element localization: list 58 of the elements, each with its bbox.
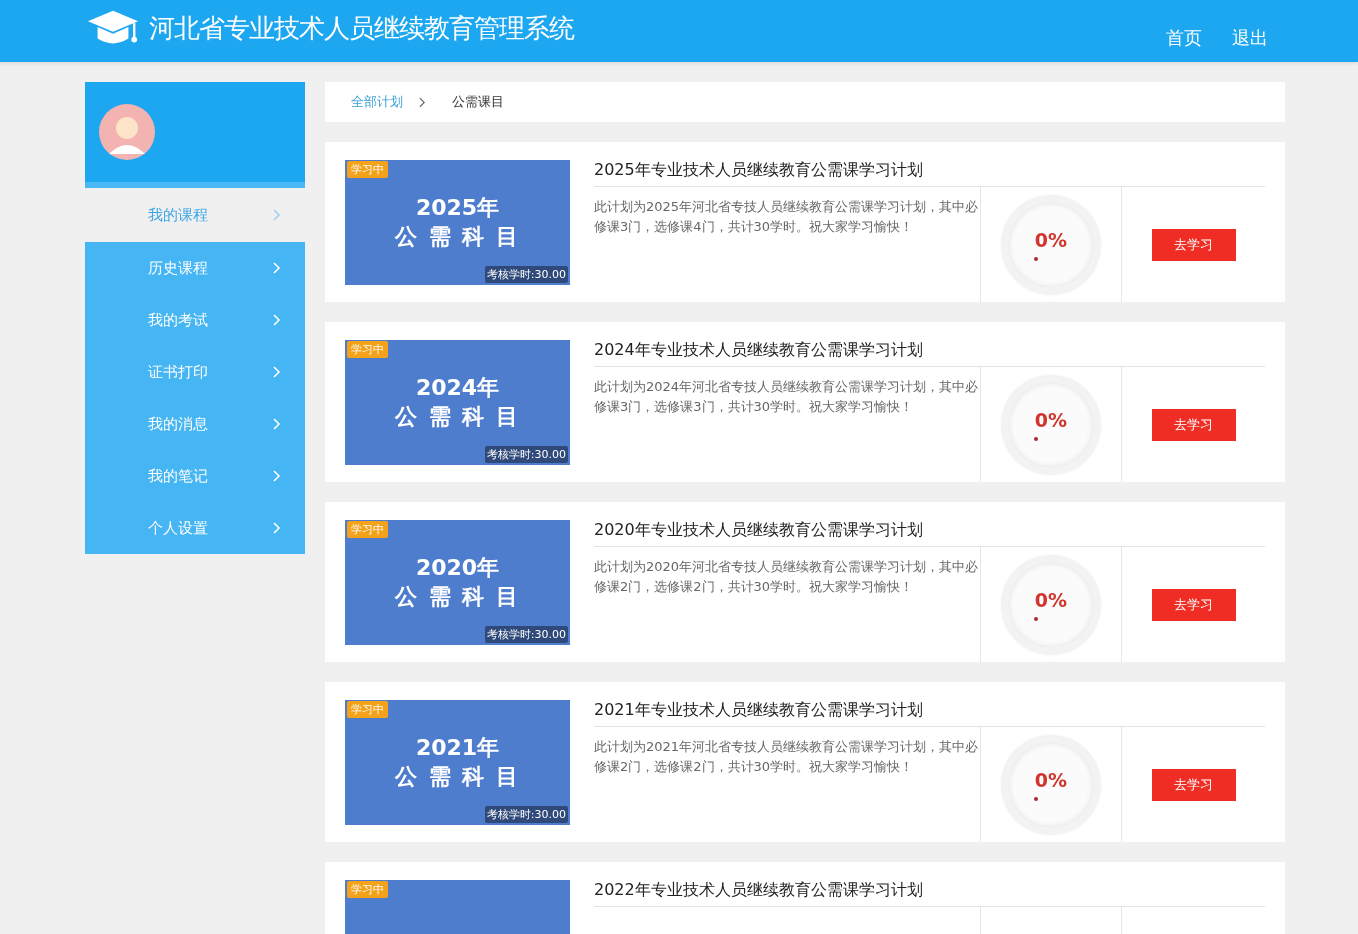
- site-title: 河北省专业技术人员继续教育管理系统: [149, 11, 574, 45]
- sidebar-item[interactable]: 个人设置: [85, 502, 305, 554]
- plan-title: 2020年专业技术人员继续教育公需课学习计划: [594, 520, 1265, 547]
- sidebar-item[interactable]: 历史课程: [85, 242, 305, 294]
- nav-link[interactable]: 首页: [1166, 26, 1202, 50]
- progress-dot: [1034, 256, 1038, 261]
- study-button[interactable]: 去学习: [1151, 588, 1236, 621]
- progress-dot: [1034, 616, 1038, 621]
- progress-reading: 0%: [1034, 768, 1068, 791]
- progress-reading: 0%: [1034, 588, 1068, 611]
- status-badge: 学习中: [347, 521, 388, 538]
- hours-label: 考核学时:30.00: [484, 266, 568, 283]
- progress-dot: [1034, 796, 1038, 801]
- status-badge: 学习中: [347, 341, 388, 358]
- plan-description: 此计划为2020年河北省专技人员继续教育公需课学习计划，其中必修课2门，选修课2门，共计30学时。祝大家学习愉快！: [594, 558, 980, 596]
- chevron-icon: [273, 470, 281, 482]
- chevron-icon: [273, 209, 281, 221]
- hours-label: 考核学时:30.00: [484, 626, 568, 643]
- plan-description: 此计划为2021年河北省专技人员继续教育公需课学习计划，其中必修课2门，选修课2门，共计30学时。祝大家学习愉快！: [594, 738, 980, 776]
- chevron-icon: [273, 314, 281, 326]
- cover-subject: 公 需 科 目: [395, 222, 520, 251]
- chevron-icon: [273, 366, 281, 378]
- hours-label: 考核学时:30.00: [484, 446, 568, 463]
- sidebar-item[interactable]: 我的笔记: [85, 450, 305, 502]
- plan-title: 2022年专业技术人员继续教育公需课学习计划: [594, 880, 1265, 907]
- chevron-icon: [273, 522, 281, 534]
- cover-year: 2024年: [415, 373, 500, 402]
- plan-title: 2021年专业技术人员继续教育公需课学习计划: [594, 700, 1265, 727]
- status-badge: 学习中: [347, 161, 388, 178]
- status-badge: 学习中: [347, 881, 388, 898]
- cover-subject: 公 需 科 目: [395, 402, 520, 431]
- cover-year: 2025年: [415, 193, 500, 222]
- plan-description: 此计划为2024年河北省专技人员继续教育公需课学习计划，其中必修课3门，选修课3门，共计30学时。祝大家学习愉快！: [594, 378, 980, 416]
- sidebar-item[interactable]: 我的考试: [85, 294, 305, 346]
- sidebar-item[interactable]: 证书打印: [85, 346, 305, 398]
- cover-year: 2021年: [415, 733, 500, 762]
- plan-description: 此计划为2025年河北省专技人员继续教育公需课学习计划，其中必修课3门，选修课4门，共计30学时。祝大家学习愉快！: [594, 198, 980, 236]
- breadcrumb-current: 公需课目: [452, 93, 504, 111]
- chevron-icon: [273, 262, 281, 274]
- progress-reading: 0%: [1034, 408, 1068, 431]
- plan-title: 2025年专业技术人员继续教育公需课学习计划: [594, 160, 1265, 187]
- study-button[interactable]: 去学习: [1151, 408, 1236, 441]
- cover-subject: 公 需 科 目: [395, 582, 520, 611]
- chevron-icon: [419, 96, 426, 108]
- progress-dot: [1034, 436, 1038, 441]
- sidebar-item[interactable]: 我的消息: [85, 398, 305, 450]
- plan-title: 2024年专业技术人员继续教育公需课学习计划: [594, 340, 1265, 367]
- cover-year: 2020年: [415, 553, 500, 582]
- study-button[interactable]: 去学习: [1151, 768, 1236, 801]
- status-badge: 学习中: [347, 701, 388, 718]
- avatar-icon: [97, 102, 157, 162]
- study-button[interactable]: 去学习: [1151, 228, 1236, 261]
- hours-label: 考核学时:30.00: [484, 806, 568, 823]
- breadcrumb-link[interactable]: 全部计划: [351, 93, 403, 111]
- cover-subject: 公 需 科 目: [395, 762, 520, 791]
- nav-link[interactable]: 退出: [1232, 26, 1268, 50]
- chevron-icon: [273, 418, 281, 430]
- progress-reading: 0%: [1034, 228, 1068, 251]
